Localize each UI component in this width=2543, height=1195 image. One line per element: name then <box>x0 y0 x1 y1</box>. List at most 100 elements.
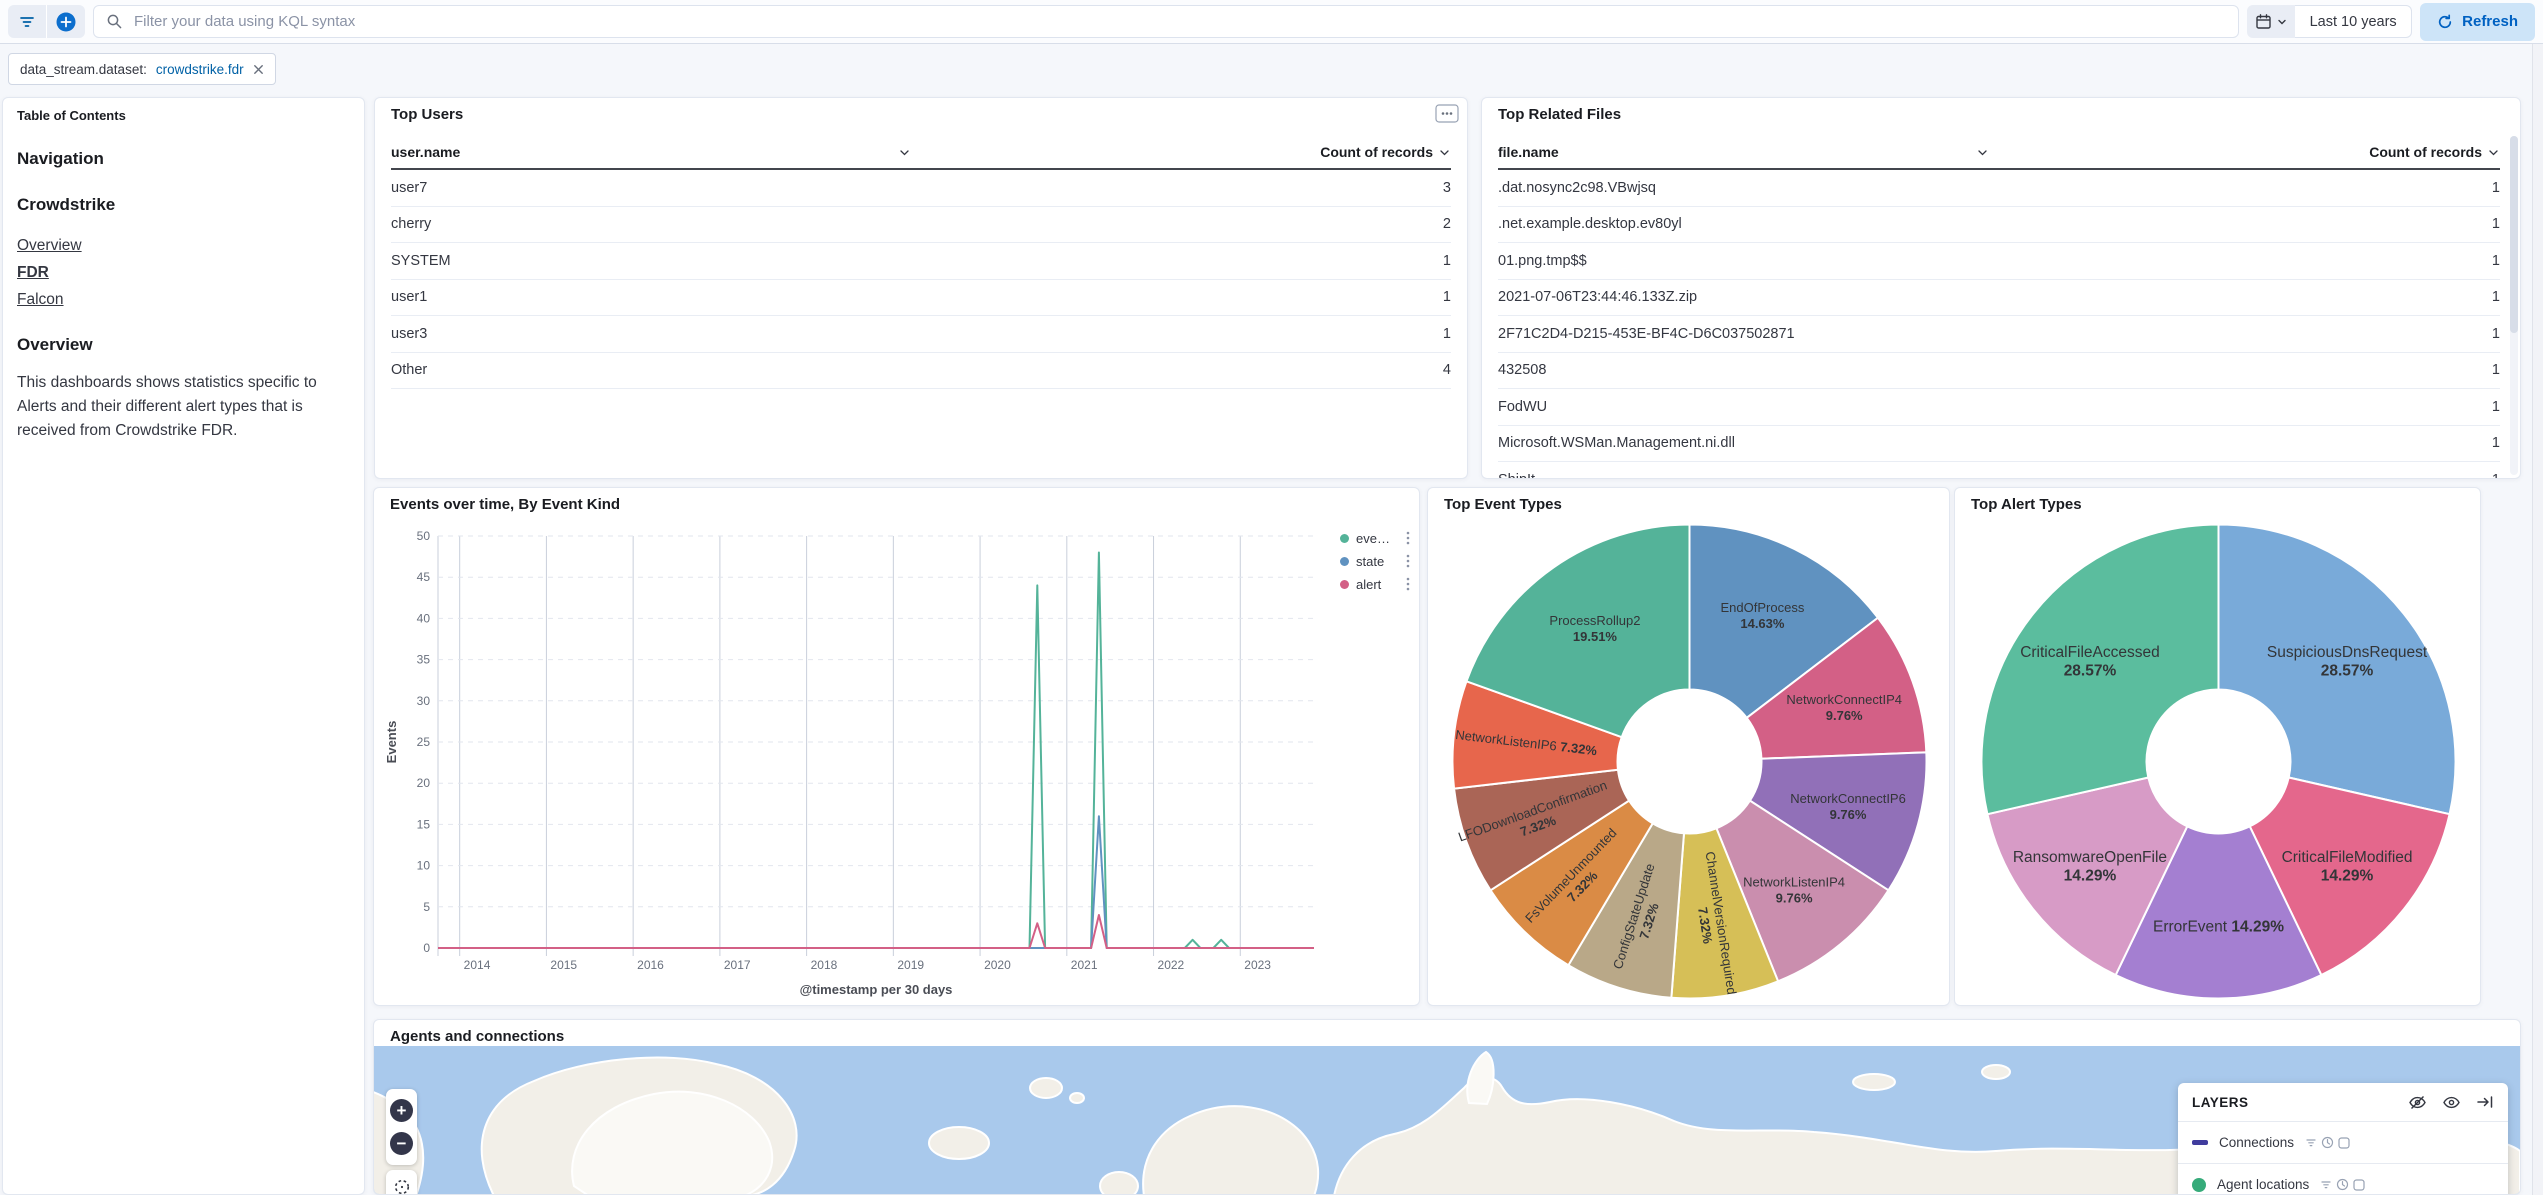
x-axis-label: @timestamp per 30 days <box>800 982 953 997</box>
dashboard-description: This dashboards shows statistics specifi… <box>17 371 350 443</box>
kql-search-bar[interactable] <box>93 5 2239 38</box>
cell-value: 1 <box>2492 362 2500 378</box>
close-icon[interactable] <box>253 64 264 75</box>
refresh-button[interactable]: Refresh <box>2420 3 2535 41</box>
table-row[interactable]: user73 <box>391 170 1451 207</box>
layer-actions <box>2320 1178 2365 1191</box>
table-row[interactable]: .net.example.desktop.ev80yl1 <box>1498 207 2500 244</box>
map-canvas[interactable]: + − LAYERS <box>374 1046 2520 1194</box>
calendar-menu-button[interactable] <box>2247 5 2295 38</box>
layer-checkbox-icon[interactable] <box>2338 1137 2350 1149</box>
sort-chevron-icon[interactable] <box>1438 146 1451 159</box>
series-line-alert <box>438 915 1314 948</box>
filter-menu-button[interactable] <box>8 5 46 38</box>
event-types-donut-chart: EndOfProcess14.63%NetworkConnectIP49.76%… <box>1428 514 1950 1006</box>
table-scrollbar[interactable] <box>2510 136 2518 475</box>
toc-link-falcon[interactable]: Falcon <box>17 291 350 309</box>
y-tick-label: 10 <box>417 859 431 873</box>
page-scrollbar[interactable] <box>2532 0 2543 1195</box>
table-of-contents-panel: Table of Contents Navigation Crowdstrike… <box>2 97 365 1195</box>
x-tick-label: 2023 <box>1244 958 1271 972</box>
x-tick-label: 2019 <box>897 958 924 972</box>
table-row[interactable]: FodWU1 <box>1498 389 2500 426</box>
table-row[interactable]: SYSTEM1 <box>391 243 1451 280</box>
top-related-files-table: file.name Count of records .dat.nosync2c98… <box>1498 136 2500 478</box>
cell-key: .net.example.desktop.ev80yl <box>1498 216 1682 232</box>
y-tick-label: 30 <box>417 694 431 708</box>
table-row[interactable]: user11 <box>391 280 1451 317</box>
add-filter-button[interactable] <box>46 5 85 38</box>
layers-list: ConnectionsAgent locationsBasemap <box>2178 1121 2508 1195</box>
layer-row-connections[interactable]: Connections <box>2178 1121 2508 1163</box>
zoom-in-button[interactable]: + <box>390 1099 413 1122</box>
table-row[interactable]: 01.png.tmp$$1 <box>1498 243 2500 280</box>
table-row[interactable]: Microsoft.WSMan.Management.ni.dll1 <box>1498 426 2500 463</box>
cell-value: 1 <box>2492 180 2500 196</box>
legend-item[interactable]: state <box>1340 553 1411 569</box>
panel-title: Agents and connections <box>390 1028 564 1045</box>
table-row[interactable]: Other4 <box>391 353 1451 390</box>
layer-filter-icon[interactable] <box>2320 1179 2332 1190</box>
table-row[interactable]: 2F71C2D4-D215-453E-BF4C-D6C0375028711 <box>1498 316 2500 353</box>
column-header[interactable]: file.name <box>1498 144 1559 160</box>
zoom-out-button[interactable]: − <box>390 1132 413 1155</box>
layer-checkbox-icon[interactable] <box>2353 1179 2365 1191</box>
top-related-files-panel: Top Related Files file.nameCount of reco… <box>1481 97 2521 479</box>
search-input[interactable] <box>132 12 2226 31</box>
sort-chevron-icon[interactable] <box>898 146 911 159</box>
alert-types-donut-chart: SuspiciousDnsRequest28.57%CriticalFileMo… <box>1955 514 2481 1006</box>
column-header[interactable]: Count of records <box>2369 144 2482 160</box>
table-row[interactable]: .dat.nosync2c98.VBwjsq 1 <box>1498 170 2500 207</box>
top-users-table: user.name Count of records user73cherry2SY… <box>391 136 1451 478</box>
column-header[interactable]: user.name <box>391 144 460 160</box>
series-line-eve… <box>438 553 1314 949</box>
cell-value: 1 <box>2492 289 2500 305</box>
collapse-layers-icon[interactable] <box>2476 1094 2494 1110</box>
time-range-label: Last 10 years <box>2310 14 2397 30</box>
x-tick-label: 2015 <box>550 958 577 972</box>
y-tick-label: 40 <box>417 611 431 625</box>
legend-menu-icon[interactable] <box>1405 576 1411 592</box>
layer-time-icon[interactable] <box>2321 1136 2334 1149</box>
layer-time-icon[interactable] <box>2336 1178 2349 1191</box>
y-tick-label: 45 <box>417 570 431 584</box>
chart-legend: eve… state alert <box>1340 530 1411 592</box>
legend-item[interactable]: alert <box>1340 576 1411 592</box>
toc-link-overview[interactable]: Overview <box>17 237 350 255</box>
legend-menu-icon[interactable] <box>1405 553 1411 569</box>
top-event-types-panel: Top Event Types EndOfProcess14.63%Networ… <box>1427 487 1950 1006</box>
layer-filter-icon[interactable] <box>2305 1137 2317 1148</box>
set-view-button[interactable] <box>386 1170 417 1195</box>
column-header[interactable]: Count of records <box>1320 144 1433 160</box>
table-row[interactable]: 4325081 <box>1498 353 2500 390</box>
show-all-layers-icon[interactable] <box>2442 1094 2461 1111</box>
sort-chevron-icon[interactable] <box>2487 146 2500 159</box>
legend-item[interactable]: eve… <box>1340 530 1411 546</box>
layer-circle-swatch <box>2192 1178 2206 1192</box>
series-line-state <box>438 816 1314 948</box>
legend-dot <box>1340 534 1349 543</box>
table-row[interactable]: ShipIt1 <box>1498 462 2500 478</box>
cell-key: .dat.nosync2c98.VBwjsq <box>1498 180 1656 196</box>
table-row[interactable]: cherry2 <box>391 207 1451 244</box>
top-users-panel: Top Users user.nameCount of recordsuser7… <box>374 97 1468 479</box>
top-alert-types-panel: Top Alert Types SuspiciousDnsRequest28.5… <box>1954 487 2481 1006</box>
layer-row-agent-locations[interactable]: Agent locations <box>2178 1163 2508 1195</box>
legend-menu-icon[interactable] <box>1405 530 1411 546</box>
hide-all-layers-icon[interactable] <box>2408 1094 2427 1111</box>
y-tick-label: 20 <box>417 776 431 790</box>
layer-name[interactable]: Connections <box>2219 1135 2294 1150</box>
layer-name[interactable]: Agent locations <box>2217 1177 2309 1192</box>
table-row[interactable]: user31 <box>391 316 1451 353</box>
panel-options-button[interactable] <box>1435 104 1459 123</box>
cell-value: 1 <box>2492 399 2500 415</box>
cell-key: 2021-07-06T23:44:46.133Z.zip <box>1498 289 1697 305</box>
cell-key: user7 <box>391 180 427 196</box>
table-row[interactable]: 2021-07-06T23:44:46.133Z.zip 1 <box>1498 280 2500 317</box>
sort-chevron-icon[interactable] <box>1976 146 1989 159</box>
toc-link-fdr[interactable]: FDR <box>17 264 350 282</box>
filter-pill[interactable]: data_stream.dataset: crowdstrike.fdr <box>8 53 276 85</box>
time-range-button[interactable]: Last 10 years <box>2295 5 2412 38</box>
cell-key: Microsoft.WSMan.Management.ni.dll <box>1498 435 1735 451</box>
cell-key: ShipIt <box>1498 472 1535 478</box>
